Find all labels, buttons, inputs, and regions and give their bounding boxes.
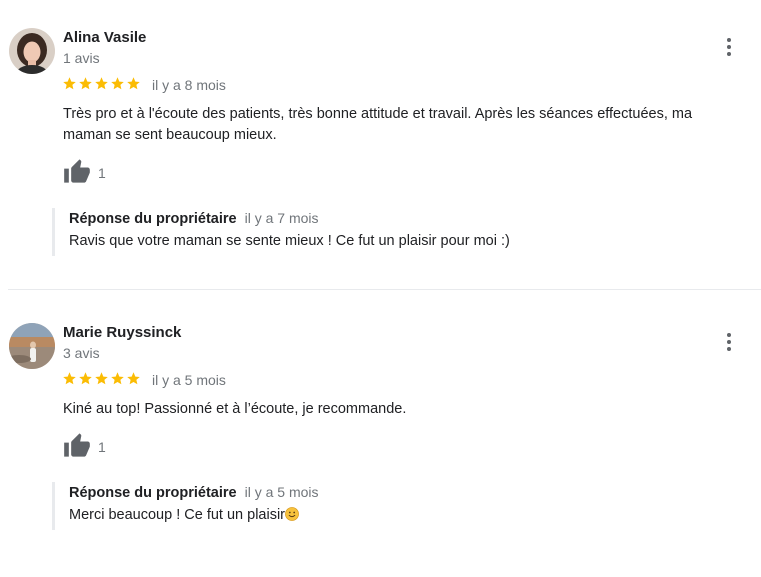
owner-reply-text: Merci beaucoup ! Ce fut un plaisir <box>69 507 285 523</box>
review-count: 3 avis <box>63 345 100 361</box>
star-rating <box>62 371 141 386</box>
owner-reply-label: Réponse du propriétaire <box>69 485 237 501</box>
avatar[interactable] <box>9 323 55 369</box>
thumbs-up-icon[interactable] <box>63 158 93 186</box>
review-text: Kiné au top! Passionné et à l’écoute, je… <box>63 401 407 417</box>
owner-reply: Réponse du propriétaire il y a 5 mois Me… <box>52 482 759 530</box>
owner-reply-label: Réponse du propriétaire <box>69 211 237 227</box>
star-rating <box>62 76 141 91</box>
star-icon <box>63 77 76 90</box>
owner-reply-text: Ravis que votre maman se sente mieux ! C… <box>69 233 510 249</box>
more-options-icon[interactable] <box>718 36 740 58</box>
avatar[interactable] <box>9 28 55 74</box>
owner-reply-text-row: Merci beaucoup ! Ce fut un plaisir <box>69 505 759 526</box>
like-count: 1 <box>98 165 106 181</box>
star-icon <box>127 77 140 90</box>
reviewer-name[interactable]: Alina Vasile <box>63 29 146 46</box>
reviewer-name[interactable]: Marie Ruyssinck <box>63 324 181 341</box>
star-icon <box>79 77 92 90</box>
star-icon <box>111 372 124 385</box>
star-icon <box>95 77 108 90</box>
star-icon <box>63 372 76 385</box>
more-options-icon[interactable] <box>718 331 740 353</box>
review-date: il y a 5 mois <box>152 372 226 388</box>
owner-reply: Réponse du propriétaire il y a 7 mois Ra… <box>52 208 759 256</box>
star-icon <box>111 77 124 90</box>
review-count: 1 avis <box>63 50 100 66</box>
thumbs-up-icon[interactable] <box>63 432 93 460</box>
owner-reply-date: il y a 5 mois <box>244 484 319 500</box>
review-card: Marie Ruyssinck 3 avis il y a 5 mois Kin… <box>0 290 761 577</box>
star-icon <box>127 372 140 385</box>
review-card: Alina Vasile 1 avis il y a 8 mois Très p… <box>0 0 761 289</box>
review-text: Très pro et à l'écoute des patients, trè… <box>63 106 693 143</box>
owner-reply-date: il y a 7 mois <box>244 210 319 226</box>
star-icon <box>95 372 108 385</box>
star-icon <box>79 372 92 385</box>
slightly-smiling-face-icon <box>285 507 299 521</box>
like-count: 1 <box>98 439 106 455</box>
review-date: il y a 8 mois <box>152 77 226 93</box>
